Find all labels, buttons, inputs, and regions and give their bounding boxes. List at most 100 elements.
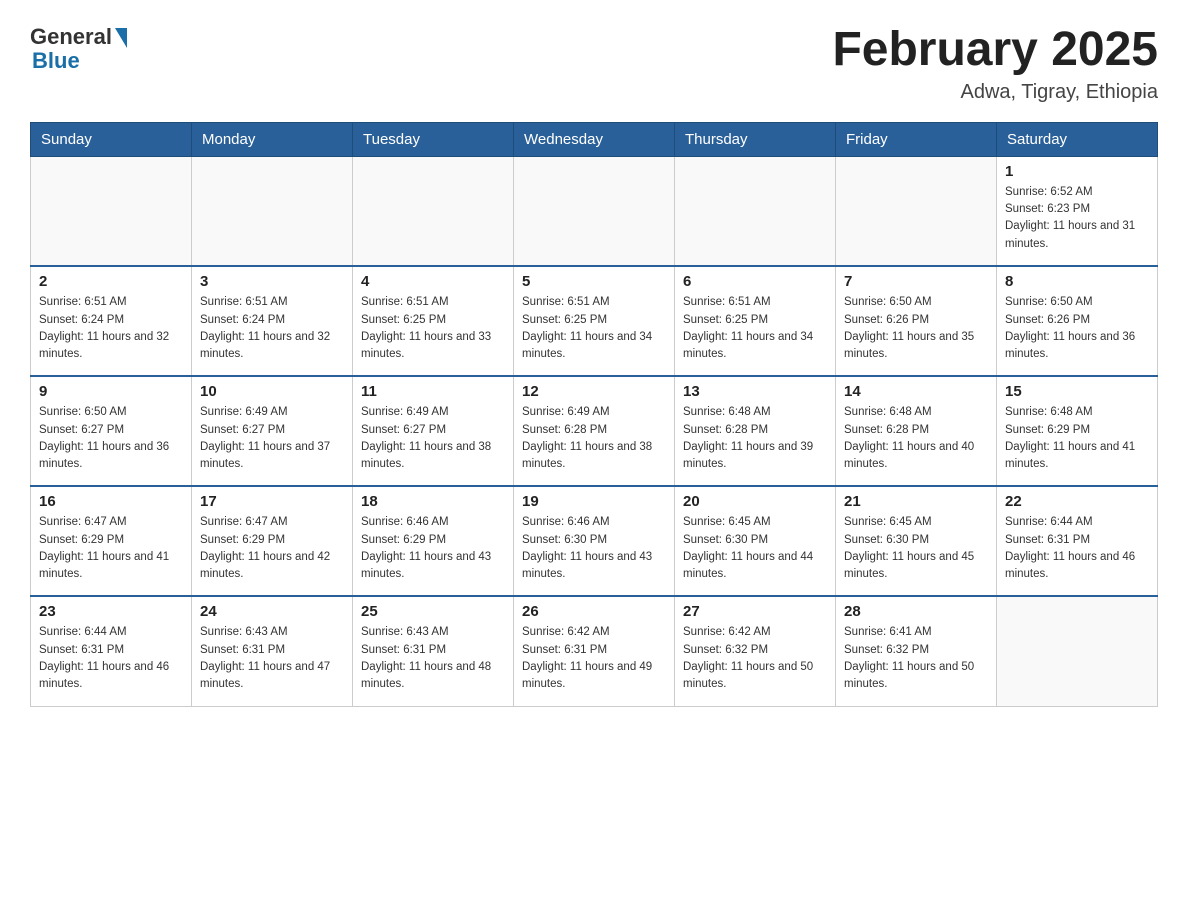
- day-number: 3: [200, 273, 344, 290]
- logo-arrow-icon: [115, 28, 127, 48]
- day-info: Sunrise: 6:50 AMSunset: 6:26 PMDaylight:…: [844, 294, 988, 363]
- day-info: Sunrise: 6:44 AMSunset: 6:31 PMDaylight:…: [39, 624, 183, 693]
- day-number: 16: [39, 493, 183, 510]
- calendar-cell: 13 Sunrise: 6:48 AMSunset: 6:28 PMDayligh…: [675, 376, 836, 486]
- calendar-cell: 24 Sunrise: 6:43 AMSunset: 6:31 PMDayligh…: [192, 596, 353, 706]
- week-row-2: 2Sunrise: 6:51 AMSunset: 6:24 PMDaylight…: [31, 266, 1158, 376]
- day-number: 27: [683, 603, 827, 620]
- calendar-cell: 18 Sunrise: 6:46 AMSunset: 6:29 PMDayligh…: [353, 486, 514, 596]
- day-number: 25: [361, 603, 505, 620]
- weekday-header-thursday: Thursday: [675, 122, 836, 156]
- day-info: Sunrise: 6:51 AMSunset: 6:25 PMDaylight:…: [683, 294, 827, 363]
- calendar-cell: [836, 156, 997, 266]
- day-info: Sunrise: 6:44 AMSunset: 6:31 PMDaylight:…: [1005, 514, 1149, 583]
- calendar-cell: 21 Sunrise: 6:45 AMSunset: 6:30 PMDayligh…: [836, 486, 997, 596]
- day-info: Sunrise: 6:42 AMSunset: 6:32 PMDaylight:…: [683, 624, 827, 693]
- day-number: 9: [39, 383, 183, 400]
- calendar-cell: 15Sunrise: 6:48 AMSunset: 6:29 PMDayligh…: [997, 376, 1158, 486]
- calendar-cell: [675, 156, 836, 266]
- calendar-cell: [31, 156, 192, 266]
- day-info: Sunrise: 6:51 AMSunset: 6:25 PMDaylight:…: [522, 294, 666, 363]
- week-row-4: 16 Sunrise: 6:47 AMSunset: 6:29 PMDayligh…: [31, 486, 1158, 596]
- day-number: 14: [844, 383, 988, 400]
- day-info: Sunrise: 6:51 AMSunset: 6:24 PMDaylight:…: [200, 294, 344, 363]
- day-number: 23: [39, 603, 183, 620]
- weekday-header-friday: Friday: [836, 122, 997, 156]
- subtitle: Adwa, Tigray, Ethiopia: [832, 81, 1158, 104]
- logo-blue-text: Blue: [32, 48, 80, 74]
- week-row-1: 1 Sunrise: 6:52 AMSunset: 6:23 PMDaylight…: [31, 156, 1158, 266]
- calendar-cell: 8 Sunrise: 6:50 AMSunset: 6:26 PMDaylight…: [997, 266, 1158, 376]
- day-number: 8: [1005, 273, 1149, 290]
- calendar-cell: [353, 156, 514, 266]
- day-number: 19: [522, 493, 666, 510]
- day-info: Sunrise: 6:42 AMSunset: 6:31 PMDaylight:…: [522, 624, 666, 693]
- day-info: Sunrise: 6:45 AMSunset: 6:30 PMDaylight:…: [683, 514, 827, 583]
- day-info: Sunrise: 6:49 AMSunset: 6:27 PMDaylight:…: [361, 404, 505, 473]
- day-number: 15: [1005, 383, 1149, 400]
- main-title: February 2025: [832, 24, 1158, 77]
- day-number: 5: [522, 273, 666, 290]
- calendar-cell: 11 Sunrise: 6:49 AMSunset: 6:27 PMDayligh…: [353, 376, 514, 486]
- weekday-header-wednesday: Wednesday: [514, 122, 675, 156]
- day-info: Sunrise: 6:43 AMSunset: 6:31 PMDaylight:…: [361, 624, 505, 693]
- day-info: Sunrise: 6:46 AMSunset: 6:29 PMDaylight:…: [361, 514, 505, 583]
- day-info: Sunrise: 6:46 AMSunset: 6:30 PMDaylight:…: [522, 514, 666, 583]
- calendar-cell: 19 Sunrise: 6:46 AMSunset: 6:30 PMDayligh…: [514, 486, 675, 596]
- day-number: 18: [361, 493, 505, 510]
- day-info: Sunrise: 6:45 AMSunset: 6:30 PMDaylight:…: [844, 514, 988, 583]
- calendar-cell: 28 Sunrise: 6:41 AMSunset: 6:32 PMDayligh…: [836, 596, 997, 706]
- day-info: Sunrise: 6:50 AMSunset: 6:26 PMDaylight:…: [1005, 294, 1149, 363]
- day-number: 20: [683, 493, 827, 510]
- day-number: 1: [1005, 163, 1149, 180]
- day-info: Sunrise: 6:41 AMSunset: 6:32 PMDaylight:…: [844, 624, 988, 693]
- day-number: 13: [683, 383, 827, 400]
- calendar-cell: 3 Sunrise: 6:51 AMSunset: 6:24 PMDaylight…: [192, 266, 353, 376]
- day-number: 12: [522, 383, 666, 400]
- day-info: Sunrise: 6:49 AMSunset: 6:27 PMDaylight:…: [200, 404, 344, 473]
- calendar-cell: 23 Sunrise: 6:44 AMSunset: 6:31 PMDayligh…: [31, 596, 192, 706]
- day-info: Sunrise: 6:48 AMSunset: 6:28 PMDaylight:…: [683, 404, 827, 473]
- calendar-table: SundayMondayTuesdayWednesdayThursdayFrid…: [30, 122, 1158, 707]
- calendar-cell: 10 Sunrise: 6:49 AMSunset: 6:27 PMDayligh…: [192, 376, 353, 486]
- calendar-cell: 5 Sunrise: 6:51 AMSunset: 6:25 PMDaylight…: [514, 266, 675, 376]
- calendar-cell: 22 Sunrise: 6:44 AMSunset: 6:31 PMDayligh…: [997, 486, 1158, 596]
- week-row-5: 23 Sunrise: 6:44 AMSunset: 6:31 PMDayligh…: [31, 596, 1158, 706]
- day-number: 22: [1005, 493, 1149, 510]
- calendar-cell: 6Sunrise: 6:51 AMSunset: 6:25 PMDaylight…: [675, 266, 836, 376]
- calendar-cell: 25 Sunrise: 6:43 AMSunset: 6:31 PMDayligh…: [353, 596, 514, 706]
- calendar-cell: 20 Sunrise: 6:45 AMSunset: 6:30 PMDayligh…: [675, 486, 836, 596]
- logo: General Blue: [30, 24, 127, 74]
- calendar-cell: 26 Sunrise: 6:42 AMSunset: 6:31 PMDayligh…: [514, 596, 675, 706]
- day-info: Sunrise: 6:52 AMSunset: 6:23 PMDaylight:…: [1005, 184, 1149, 253]
- day-info: Sunrise: 6:49 AMSunset: 6:28 PMDaylight:…: [522, 404, 666, 473]
- calendar-cell: 7 Sunrise: 6:50 AMSunset: 6:26 PMDaylight…: [836, 266, 997, 376]
- weekday-header-tuesday: Tuesday: [353, 122, 514, 156]
- day-number: 26: [522, 603, 666, 620]
- day-number: 28: [844, 603, 988, 620]
- calendar-cell: 9 Sunrise: 6:50 AMSunset: 6:27 PMDaylight…: [31, 376, 192, 486]
- calendar-cell: 17 Sunrise: 6:47 AMSunset: 6:29 PMDayligh…: [192, 486, 353, 596]
- day-info: Sunrise: 6:48 AMSunset: 6:28 PMDaylight:…: [844, 404, 988, 473]
- day-number: 4: [361, 273, 505, 290]
- day-info: Sunrise: 6:51 AMSunset: 6:24 PMDaylight:…: [39, 294, 183, 363]
- logo-general-text: General: [30, 24, 112, 50]
- day-number: 17: [200, 493, 344, 510]
- day-info: Sunrise: 6:43 AMSunset: 6:31 PMDaylight:…: [200, 624, 344, 693]
- day-info: Sunrise: 6:47 AMSunset: 6:29 PMDaylight:…: [200, 514, 344, 583]
- weekday-header-sunday: Sunday: [31, 122, 192, 156]
- calendar-cell: 2Sunrise: 6:51 AMSunset: 6:24 PMDaylight…: [31, 266, 192, 376]
- day-number: 7: [844, 273, 988, 290]
- day-info: Sunrise: 6:50 AMSunset: 6:27 PMDaylight:…: [39, 404, 183, 473]
- day-number: 21: [844, 493, 988, 510]
- calendar-cell: 1 Sunrise: 6:52 AMSunset: 6:23 PMDaylight…: [997, 156, 1158, 266]
- calendar-cell: 27 Sunrise: 6:42 AMSunset: 6:32 PMDayligh…: [675, 596, 836, 706]
- day-number: 11: [361, 383, 505, 400]
- weekday-header-saturday: Saturday: [997, 122, 1158, 156]
- day-number: 24: [200, 603, 344, 620]
- day-number: 10: [200, 383, 344, 400]
- calendar-cell: 4Sunrise: 6:51 AMSunset: 6:25 PMDaylight…: [353, 266, 514, 376]
- page-header: General Blue February 2025 Adwa, Tigray,…: [30, 24, 1158, 104]
- calendar-cell: [514, 156, 675, 266]
- calendar-cell: 14 Sunrise: 6:48 AMSunset: 6:28 PMDayligh…: [836, 376, 997, 486]
